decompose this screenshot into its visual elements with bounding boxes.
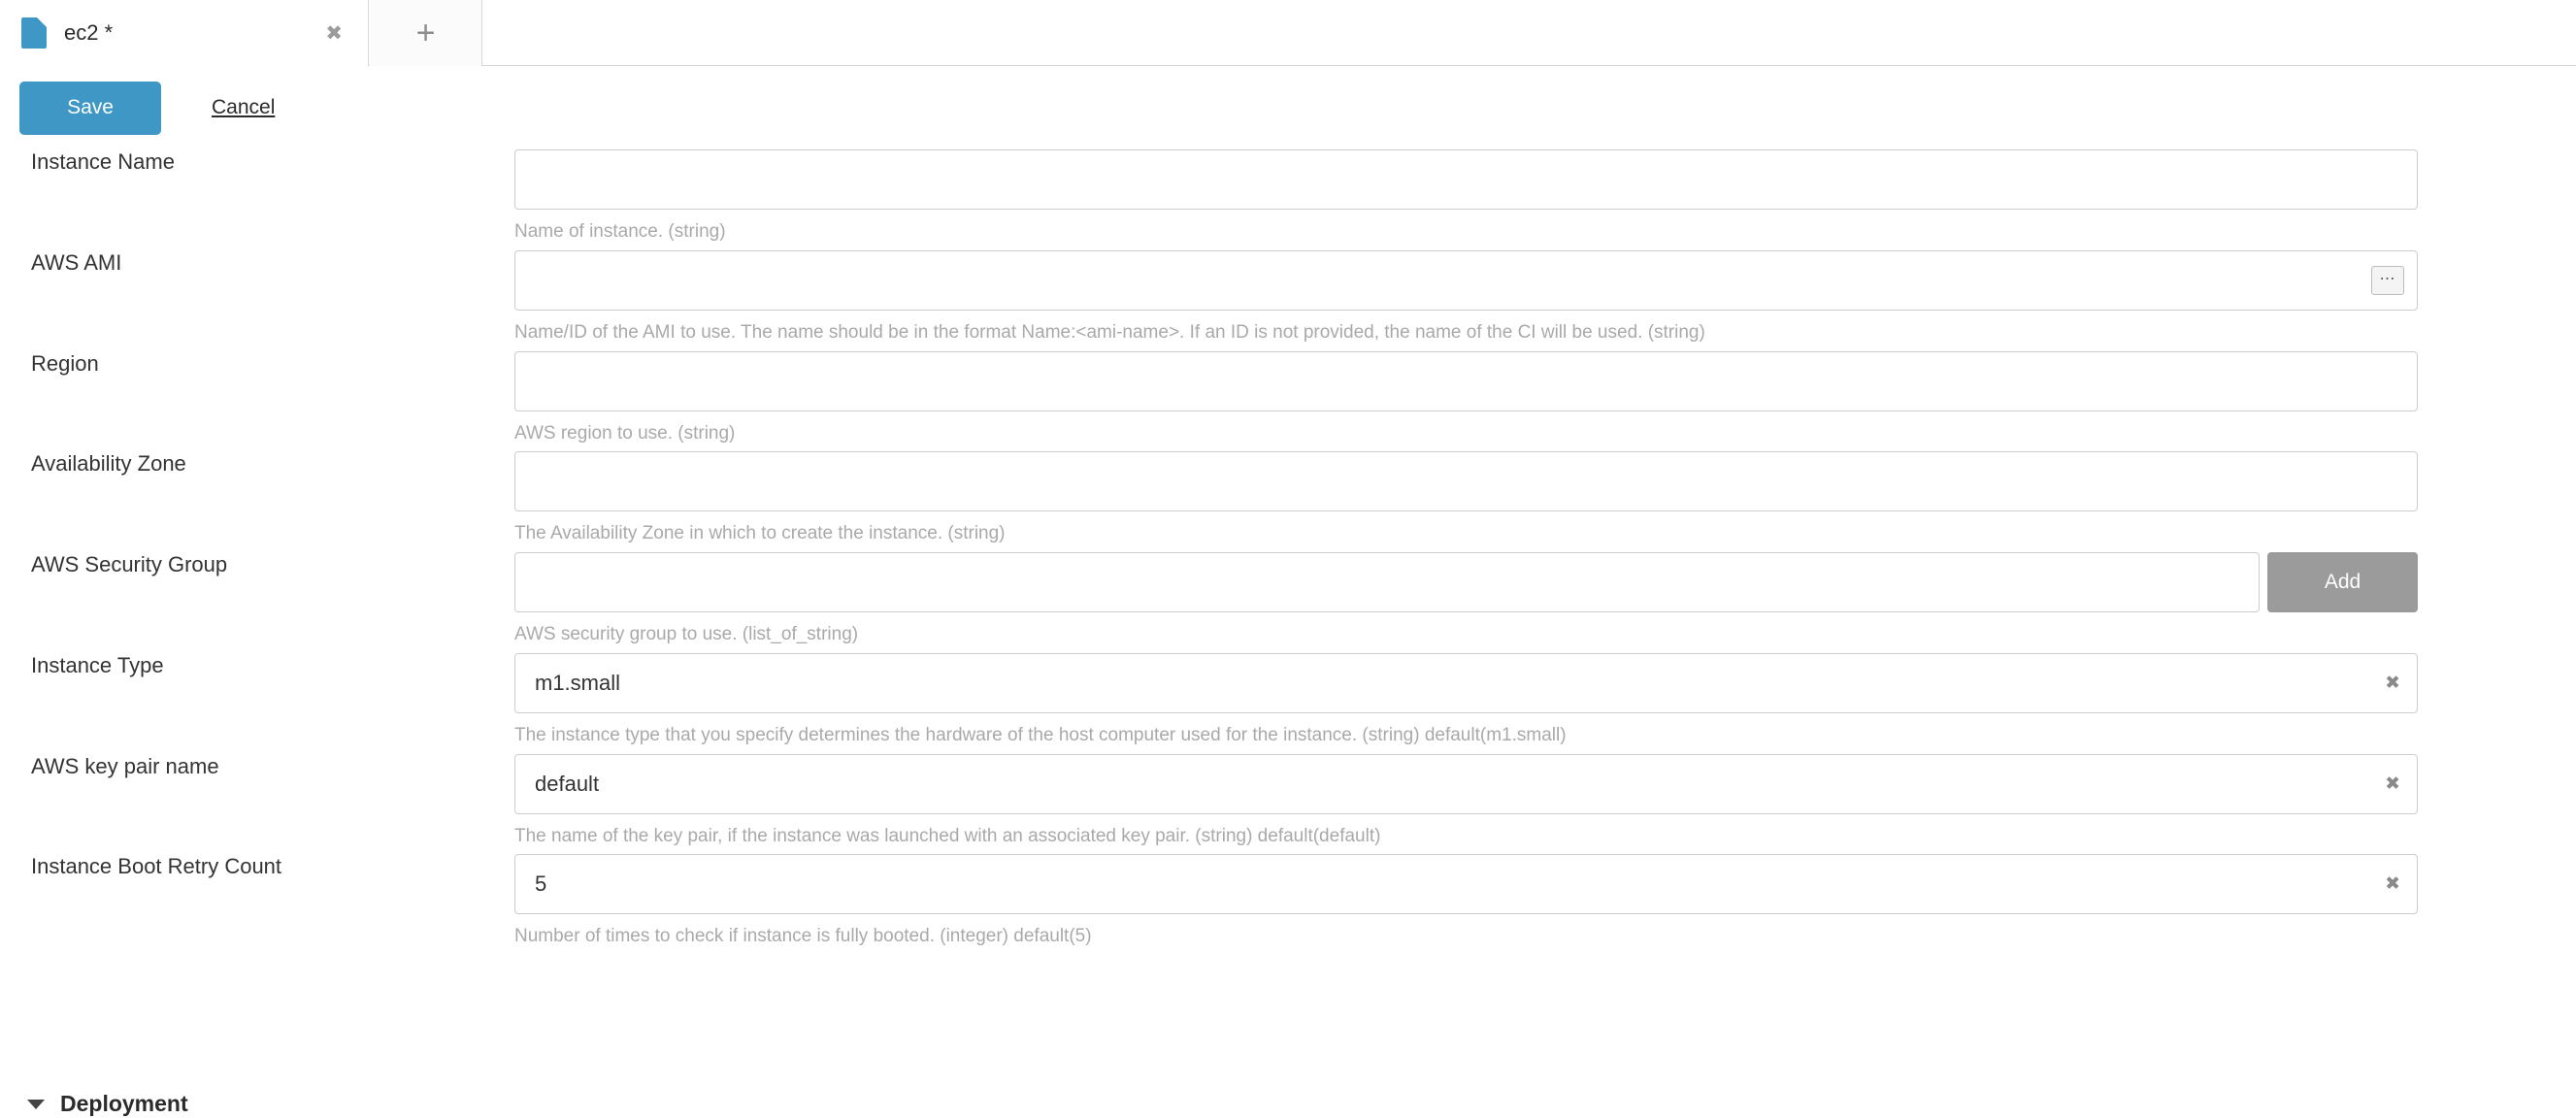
help-text-instance-type: The instance type that you specify deter… — [514, 724, 1567, 745]
section-header-deployment[interactable]: Deployment — [27, 1091, 188, 1117]
help-text-aws-ami: Name/ID of the AMI to use. The name shou… — [514, 321, 1705, 343]
help-text-instance-boot-retry-count: Number of times to check if instance is … — [514, 926, 1092, 947]
form-row-instance-type: Instance Type ✖ The instance type that you… — [0, 652, 2576, 747]
input-availability-zone[interactable] — [514, 451, 2418, 512]
label-instance-name: Instance Name — [31, 149, 175, 174]
label-aws-ami: AWS AMI — [31, 249, 122, 275]
tab-ec2[interactable]: ec2 * ✖ — [0, 0, 369, 66]
input-aws-ami[interactable] — [514, 249, 2418, 311]
help-text-region: AWS region to use. (string) — [514, 422, 736, 444]
new-tab-button[interactable]: + — [370, 0, 482, 66]
input-holder-aws-security-group — [514, 552, 2260, 612]
label-instance-type: Instance Type — [31, 652, 164, 677]
form-row-aws-key-pair-name: AWS key pair name ✖ The name of the key pa… — [0, 753, 2576, 848]
input-holder-region — [514, 350, 2418, 411]
field-instance-boot-retry-count: ✖ Number of times to check if instance is… — [514, 854, 2576, 948]
form-row-aws-ami: AWS AMI ⋯ Name/ID of the AMI to use. The n… — [0, 249, 2576, 345]
clear-icon-instance-boot-retry-count[interactable]: ✖ — [2385, 875, 2400, 894]
chevron-down-icon — [27, 1099, 45, 1109]
input-wrap-aws-key-pair-name: ✖ — [514, 753, 2418, 814]
field-availability-zone: The Availability Zone in which to create… — [514, 451, 2576, 545]
input-wrap-region — [514, 350, 2418, 411]
input-holder-instance-type: ✖ — [514, 652, 2418, 713]
help-text-availability-zone: The Availability Zone in which to create… — [514, 523, 1006, 544]
input-aws-key-pair-name[interactable] — [514, 753, 2418, 814]
browse-icon-aws-ami[interactable]: ⋯ — [2371, 265, 2404, 295]
form-row-instance-name: Instance Name Name of instance. (string) — [0, 149, 2576, 244]
property-form: Instance Name Name of instance. (string) A… — [0, 149, 2576, 948]
clear-icon-instance-type[interactable]: ✖ — [2385, 674, 2400, 692]
input-wrap-aws-ami: ⋯ — [514, 249, 2418, 311]
input-wrap-instance-name — [514, 149, 2418, 210]
field-region: AWS region to use. (string) — [514, 350, 2576, 445]
field-aws-ami: ⋯ Name/ID of the AMI to use. The name sho… — [514, 249, 2576, 345]
file-icon — [21, 17, 47, 49]
label-instance-boot-retry-count: Instance Boot Retry Count — [31, 854, 282, 879]
close-icon[interactable]: ✖ — [321, 19, 347, 48]
field-instance-type: ✖ The instance type that you specify dete… — [514, 652, 2576, 747]
add-button-aws-security-group[interactable]: Add — [2267, 552, 2418, 612]
form-row-region: Region AWS region to use. (string) — [0, 350, 2576, 445]
input-region[interactable] — [514, 350, 2418, 411]
tab-title: ec2 * — [64, 20, 114, 45]
help-text-aws-key-pair-name: The name of the key pair, if the instanc… — [514, 825, 1381, 846]
form-row-availability-zone: Availability Zone The Availability Zone i… — [0, 451, 2576, 545]
form-row-instance-boot-retry-count: Instance Boot Retry Count ✖ Number of time… — [0, 854, 2576, 948]
input-instance-boot-retry-count[interactable] — [514, 854, 2418, 915]
save-button[interactable]: Save — [19, 81, 161, 135]
input-holder-aws-key-pair-name: ✖ — [514, 753, 2418, 814]
input-wrap-availability-zone — [514, 451, 2418, 512]
input-wrap-instance-type: ✖ — [514, 652, 2418, 713]
input-wrap-aws-security-group: Add — [514, 552, 2418, 612]
input-aws-security-group[interactable] — [514, 552, 2260, 612]
input-wrap-instance-boot-retry-count: ✖ — [514, 854, 2418, 915]
field-instance-name: Name of instance. (string) — [514, 149, 2576, 244]
form-row-aws-security-group: AWS Security Group Add AWS security group … — [0, 552, 2576, 646]
input-holder-availability-zone — [514, 451, 2418, 512]
toolbar: Save Cancel — [0, 66, 2576, 149]
label-aws-security-group: AWS Security Group — [31, 552, 228, 576]
field-aws-key-pair-name: ✖ The name of the key pair, if the instan… — [514, 753, 2576, 848]
section-header-label: Deployment — [60, 1091, 188, 1116]
input-instance-name[interactable] — [514, 149, 2418, 210]
tab-bar: ec2 * ✖ + — [0, 0, 2576, 66]
input-holder-instance-name — [514, 149, 2418, 210]
help-text-aws-security-group: AWS security group to use. (list_of_stri… — [514, 624, 859, 644]
label-region: Region — [31, 350, 99, 376]
cancel-button[interactable]: Cancel — [212, 96, 275, 119]
field-aws-security-group: Add AWS security group to use. (list_of_s… — [514, 552, 2576, 646]
label-availability-zone: Availability Zone — [31, 451, 186, 477]
clear-icon-aws-key-pair-name[interactable]: ✖ — [2385, 774, 2400, 793]
help-text-instance-name: Name of instance. (string) — [514, 221, 726, 242]
input-holder-aws-ami: ⋯ — [514, 249, 2418, 311]
input-instance-type[interactable] — [514, 652, 2418, 713]
label-aws-key-pair-name: AWS key pair name — [31, 753, 219, 778]
input-holder-instance-boot-retry-count: ✖ — [514, 854, 2418, 915]
